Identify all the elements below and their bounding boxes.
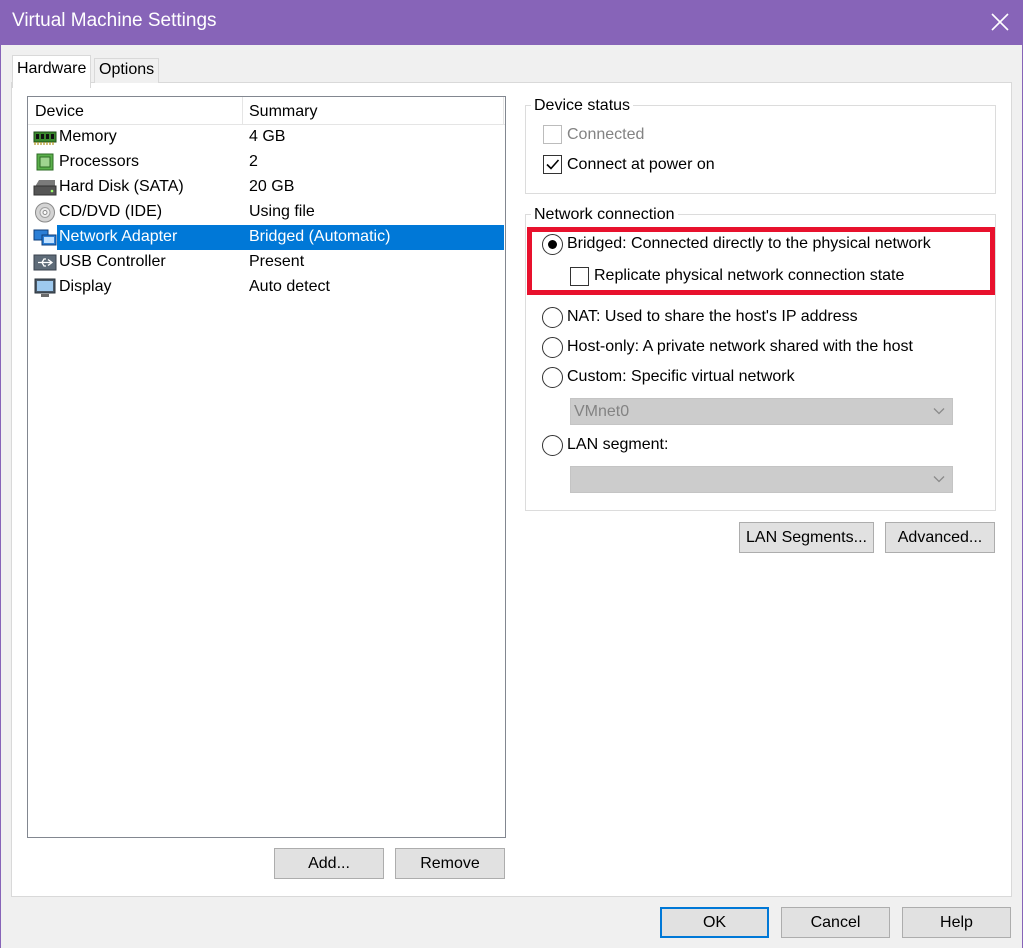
device-row-processors[interactable]: Processors 2 bbox=[28, 150, 505, 175]
lan-segments-button[interactable]: LAN Segments... bbox=[739, 522, 874, 553]
device-row-display[interactable]: Display Auto detect bbox=[28, 275, 505, 300]
column-divider[interactable] bbox=[503, 97, 504, 124]
network-connection-title: Network connection bbox=[531, 206, 678, 224]
device-name: Memory bbox=[59, 128, 117, 145]
device-row-cd-dvd[interactable]: CD/DVD (IDE) Using file bbox=[28, 200, 505, 225]
cd-dvd-icon bbox=[35, 202, 55, 223]
lan-segment-select[interactable] bbox=[570, 466, 953, 493]
lan-segment-radio[interactable] bbox=[542, 435, 563, 456]
device-row-memory[interactable]: Memory 4 GB bbox=[28, 125, 505, 150]
nat-label: NAT: Used to share the host's IP address bbox=[567, 308, 858, 325]
device-summary: 2 bbox=[249, 153, 258, 170]
device-name: Network Adapter bbox=[59, 228, 178, 245]
network-adapter-icon bbox=[33, 229, 57, 246]
chevron-down-icon bbox=[933, 408, 945, 415]
device-name: Display bbox=[59, 278, 112, 295]
annotation-highlight-box bbox=[527, 227, 995, 295]
title-bar: Virtual Machine Settings bbox=[0, 0, 1023, 45]
device-name: Processors bbox=[59, 153, 140, 170]
device-summary: Auto detect bbox=[249, 278, 330, 295]
chevron-down-icon bbox=[933, 476, 945, 483]
device-summary: Using file bbox=[249, 203, 315, 220]
processor-icon bbox=[36, 153, 54, 171]
cancel-button[interactable]: Cancel bbox=[781, 907, 890, 938]
custom-radio[interactable] bbox=[542, 367, 563, 388]
advanced-button[interactable]: Advanced... bbox=[885, 522, 995, 553]
device-list[interactable]: Device Summary Memory 4 GB Processors 2 … bbox=[27, 96, 506, 838]
custom-label: Custom: Specific virtual network bbox=[567, 368, 795, 385]
list-header: Device Summary bbox=[28, 97, 505, 125]
device-summary: 4 GB bbox=[249, 128, 286, 145]
remove-button[interactable]: Remove bbox=[395, 848, 505, 879]
display-icon bbox=[34, 278, 56, 297]
window-border-left bbox=[0, 45, 1, 948]
ok-button[interactable]: OK bbox=[660, 907, 769, 938]
checkmark-icon bbox=[546, 159, 560, 170]
add-button[interactable]: Add... bbox=[274, 848, 384, 879]
window-title: Virtual Machine Settings bbox=[12, 10, 217, 31]
usb-icon bbox=[33, 254, 57, 271]
device-summary: Bridged (Automatic) bbox=[249, 228, 391, 245]
tab-hardware[interactable]: Hardware bbox=[12, 55, 92, 88]
connected-checkbox[interactable] bbox=[543, 125, 562, 144]
tab-options[interactable]: Options bbox=[94, 58, 160, 83]
hard-disk-icon bbox=[33, 180, 57, 196]
device-name: Hard Disk (SATA) bbox=[59, 178, 184, 195]
vmnet-select-value: VMnet0 bbox=[574, 403, 630, 420]
device-summary: 20 GB bbox=[249, 178, 295, 195]
column-header-device[interactable]: Device bbox=[35, 103, 84, 121]
device-row-hard-disk[interactable]: Hard Disk (SATA) 20 GB bbox=[28, 175, 505, 200]
nat-radio[interactable] bbox=[542, 307, 563, 328]
device-name: USB Controller bbox=[59, 253, 166, 270]
device-row-network-adapter[interactable]: Network Adapter Bridged (Automatic) bbox=[28, 225, 505, 250]
connect-at-power-on-checkbox[interactable] bbox=[543, 155, 562, 174]
column-divider[interactable] bbox=[242, 97, 243, 124]
close-button[interactable] bbox=[977, 0, 1023, 45]
host-only-label: Host-only: A private network shared with… bbox=[567, 338, 913, 355]
close-icon bbox=[991, 13, 1009, 31]
device-status-title: Device status bbox=[531, 97, 634, 115]
device-status-group bbox=[525, 105, 996, 194]
connected-label: Connected bbox=[567, 126, 645, 143]
device-summary: Present bbox=[249, 253, 305, 270]
connect-at-power-on-label: Connect at power on bbox=[567, 156, 715, 173]
lan-segment-label: LAN segment: bbox=[567, 436, 669, 453]
help-button[interactable]: Help bbox=[902, 907, 1011, 938]
host-only-radio[interactable] bbox=[542, 337, 563, 358]
column-header-summary[interactable]: Summary bbox=[249, 103, 317, 121]
device-name: CD/DVD (IDE) bbox=[59, 203, 163, 220]
device-row-usb-controller[interactable]: USB Controller Present bbox=[28, 250, 505, 275]
vmnet-select[interactable]: VMnet0 bbox=[570, 398, 953, 425]
memory-icon bbox=[33, 131, 57, 145]
